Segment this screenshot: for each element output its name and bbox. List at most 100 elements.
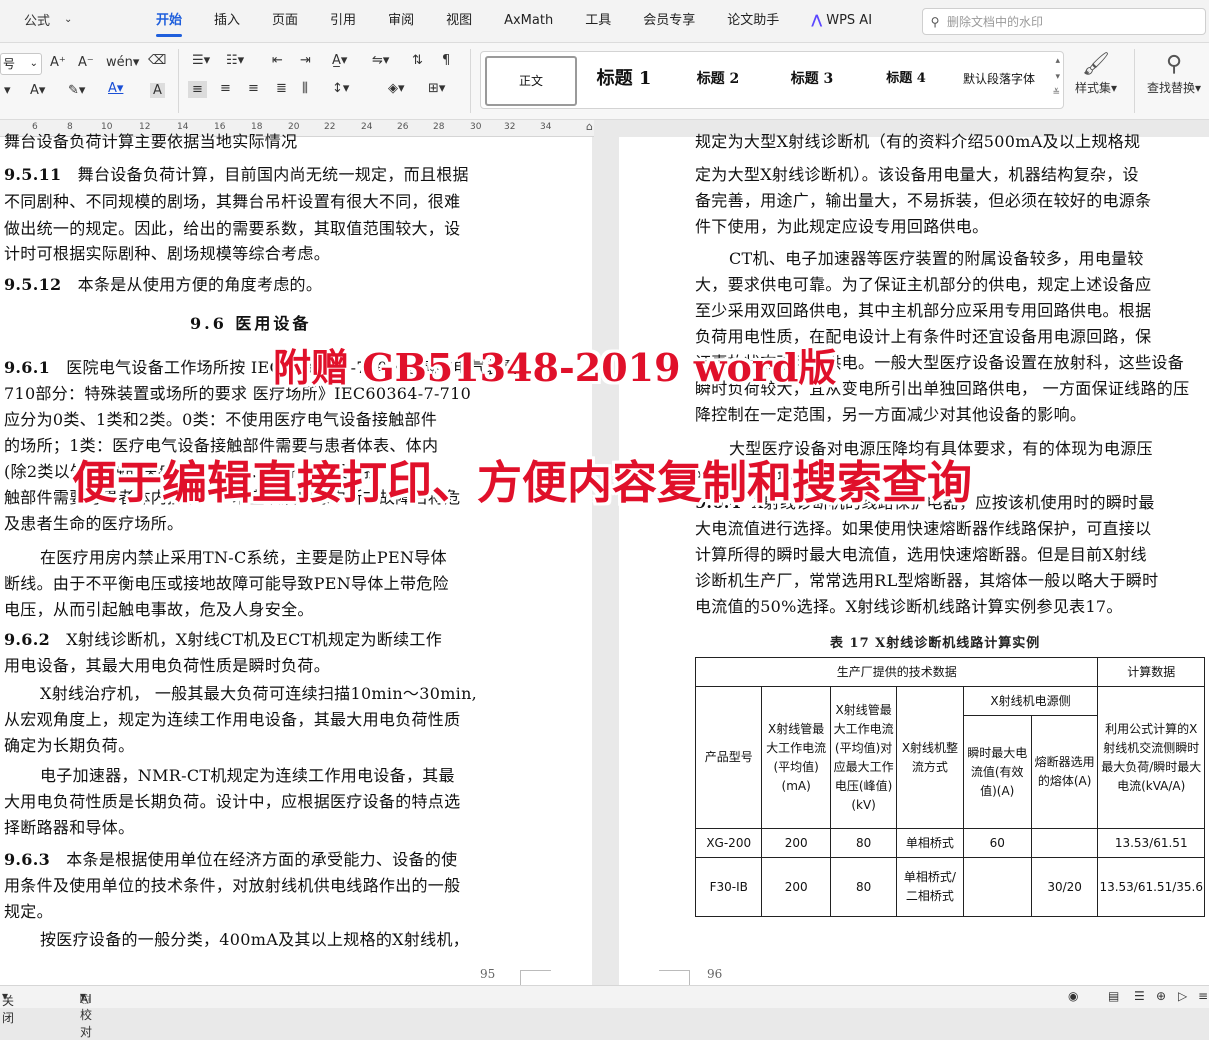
text-effect-icon[interactable]: A▾ <box>30 83 45 98</box>
styles-set-button[interactable]: 🖌 样式集▾ <box>1066 51 1126 96</box>
increase-indent-icon[interactable]: ⇥ <box>300 53 311 68</box>
web-view-icon[interactable]: ⊕ <box>1156 989 1166 1003</box>
show-marks-icon[interactable]: ¶ <box>442 53 450 68</box>
tab-paper-assistant[interactable]: 论文助手 <box>711 0 795 42</box>
page-view-icon[interactable]: ▤ <box>1108 989 1119 1003</box>
grow-font-icon[interactable]: A⁺ <box>50 55 66 70</box>
align-right-icon[interactable]: ≡ <box>248 81 259 96</box>
ruler-tick-label: 34 <box>540 122 552 132</box>
close-toggle[interactable]: 关闭 ▾ <box>2 989 14 1025</box>
style-heading-2[interactable]: 标题 2 <box>675 56 761 102</box>
table-cell <box>962 857 1032 917</box>
chevron-down-icon: ⌄ <box>29 58 38 69</box>
justify-icon[interactable]: ≣ <box>276 81 287 96</box>
body-text-line: 择断路器和导体。 <box>4 818 135 837</box>
page-number: 96 <box>707 967 723 981</box>
table-caption: 表 17 X射线诊断机线路计算实例 <box>830 636 1041 651</box>
style-heading-1[interactable]: 标题 1 <box>581 56 667 102</box>
char-shading-icon[interactable]: A <box>150 83 165 98</box>
body-text-line: 电流值的50%选择。X射线诊断机线路计算实例参见表17。 <box>695 597 1123 616</box>
shading-icon[interactable]: ◈▾ <box>388 81 405 96</box>
styles-set-label: 样式集 <box>1074 81 1111 95</box>
tab-reference[interactable]: 引用 <box>314 0 372 42</box>
body-text-line: 及患者生命的医疗场所。 <box>4 514 184 533</box>
table-cell: XG-200 <box>694 828 763 858</box>
menu-icon[interactable]: ≡ <box>1198 989 1208 1003</box>
table-header-cell: 产品型号 <box>694 686 763 829</box>
indent-marker-icon[interactable]: ⌂ <box>586 120 593 133</box>
numbered-list-icon[interactable]: ☷▾ <box>226 53 244 68</box>
table-cell: 200 <box>761 828 831 858</box>
chinese-layout-icon[interactable]: A̲▾ <box>332 53 347 68</box>
tab-insert[interactable]: 插入 <box>198 0 256 42</box>
scroll-down-icon[interactable]: ▾ <box>1055 72 1060 82</box>
body-text-line: 降控制在一定范围，另一方面减少对其他设备的影响。 <box>695 405 1087 424</box>
ruler-tick-label: 22 <box>324 122 336 132</box>
search-box[interactable]: ⚲ 删除文档中的水印 <box>922 8 1206 35</box>
phonetic-icon[interactable]: wén▾ <box>106 55 139 70</box>
tab-wps-ai[interactable]: ⋀ WPS AI <box>795 0 888 42</box>
body-text-line: 大电流值进行选择。如果使用快速熔断器作线路保护，可直接以 <box>695 519 1152 538</box>
bullet-list-icon[interactable]: ☰▾ <box>192 53 210 68</box>
body-text-line: CT机、电子加速器等医疗装置的附属设备较多，用电量较 <box>729 249 1144 268</box>
find-replace-button[interactable]: ⚲ 查找替换▾ <box>1144 51 1204 96</box>
wps-ai-icon: ⋀ <box>811 13 823 28</box>
status-left-label: 关闭 <box>2 994 15 1025</box>
border-icon[interactable]: ⊞▾ <box>428 81 445 96</box>
font-size-select[interactable]: 号 ⌄ <box>0 53 42 75</box>
data-table: 生产厂提供的技术数据 计算数据 产品型号 X射线管最大工作电流(平均值)(mA)… <box>694 657 1205 917</box>
document-page-left[interactable]: 舞台设备负荷计算主要依据当地实际情况 9.5.11 舞台设备负荷计算，目前国内尚… <box>0 132 592 987</box>
table-header-cell: X射线机电源侧 <box>962 686 1099 716</box>
ruler-tick-label: 32 <box>504 122 516 132</box>
text-direction-icon[interactable]: ⇋▾ <box>372 53 389 68</box>
body-text-line: 大用电负荷性质是长期负荷。设计中，应根据医疗设备的特点选 <box>4 792 461 811</box>
highlight-icon[interactable]: ✎▾ <box>68 83 85 98</box>
tab-view[interactable]: 视图 <box>430 0 488 42</box>
style-normal[interactable]: 正文 <box>485 56 577 106</box>
eye-icon[interactable]: ◉ <box>1068 989 1078 1003</box>
tab-page[interactable]: 页面 <box>256 0 314 42</box>
outline-view-icon[interactable]: ☰ <box>1134 989 1145 1003</box>
shrink-font-icon[interactable]: A⁻ <box>78 55 94 70</box>
font-color-icon[interactable]: A▾ <box>108 81 123 96</box>
bullet-dropdown-icon[interactable]: ▾ <box>4 83 11 98</box>
table-header-cell: 熔断器选用的熔体(A) <box>1030 715 1099 829</box>
body-text-line: 用条件及使用单位的技术条件，对放射线机供电线路作出的一般 <box>4 876 461 895</box>
distribute-icon[interactable]: ⫼ <box>302 81 308 96</box>
table-cell: 80 <box>829 857 898 917</box>
line-spacing-icon[interactable]: ↕▾ <box>332 81 349 96</box>
sort-icon[interactable]: ⇅ <box>412 53 423 68</box>
play-icon[interactable]: ▷ <box>1178 989 1187 1003</box>
clear-format-icon[interactable]: ⌫ <box>148 53 166 68</box>
chevron-down-icon[interactable]: ⌄ <box>64 14 72 25</box>
table-header-cell: X射线管最大工作电流(平均值)对应最大工作电压(峰值)(kV) <box>829 686 898 829</box>
expand-icon[interactable]: ≚ <box>1052 88 1060 98</box>
decrease-indent-icon[interactable]: ⇤ <box>272 53 283 68</box>
font-size-value: 号 <box>3 57 16 71</box>
tab-member[interactable]: 会员专享 <box>627 0 711 42</box>
scroll-up-icon[interactable]: ▴ <box>1055 56 1060 66</box>
table-header-cell: 计算数据 <box>1097 657 1205 687</box>
promo-overlay-line-2: 便于编辑直接打印、方便内容复制和搜索查询 <box>72 456 973 509</box>
tab-tools[interactable]: 工具 <box>569 0 627 42</box>
align-center-icon[interactable]: ≡ <box>220 81 231 96</box>
tab-home[interactable]: 开始 <box>140 0 198 42</box>
body-text-line: 电子加速器，NMR-CT机规定为连续工作用电设备，其最 <box>40 766 455 785</box>
align-left-icon[interactable]: ≡ <box>188 81 207 98</box>
tab-axmath[interactable]: AxMath <box>488 0 569 42</box>
find-replace-label: 查找替换 <box>1146 81 1195 95</box>
left-menu-label[interactable]: 公式 <box>4 10 50 29</box>
table-row: F30-IB 200 80 单相桥式/二相桥式 30/20 13.53/61.5… <box>694 857 1205 917</box>
table-cell <box>1030 828 1099 858</box>
table-cell: F30-IB <box>694 857 763 917</box>
ai-proofread-button[interactable]: ⎘ AI 校对 ▾ <box>80 989 92 1039</box>
style-heading-3[interactable]: 标题 3 <box>769 56 855 102</box>
table-header-cell: 生产厂提供的技术数据 <box>694 657 1099 687</box>
table-header-row: 产品型号 X射线管最大工作电流(平均值)(mA) X射线管最大工作电流(平均值)… <box>694 686 1205 829</box>
table-header-cell: X射线机整流方式 <box>896 686 964 829</box>
tab-review[interactable]: 审阅 <box>372 0 430 42</box>
style-default-paragraph-font[interactable]: 默认段落字体 <box>951 56 1047 102</box>
body-text-line: 诊断机生产厂，常常选用RL型熔断器，其熔体一般以略大于瞬时 <box>695 571 1159 590</box>
search-icon: ⚲ <box>930 14 940 29</box>
style-heading-4[interactable]: 标题 4 <box>863 56 949 102</box>
